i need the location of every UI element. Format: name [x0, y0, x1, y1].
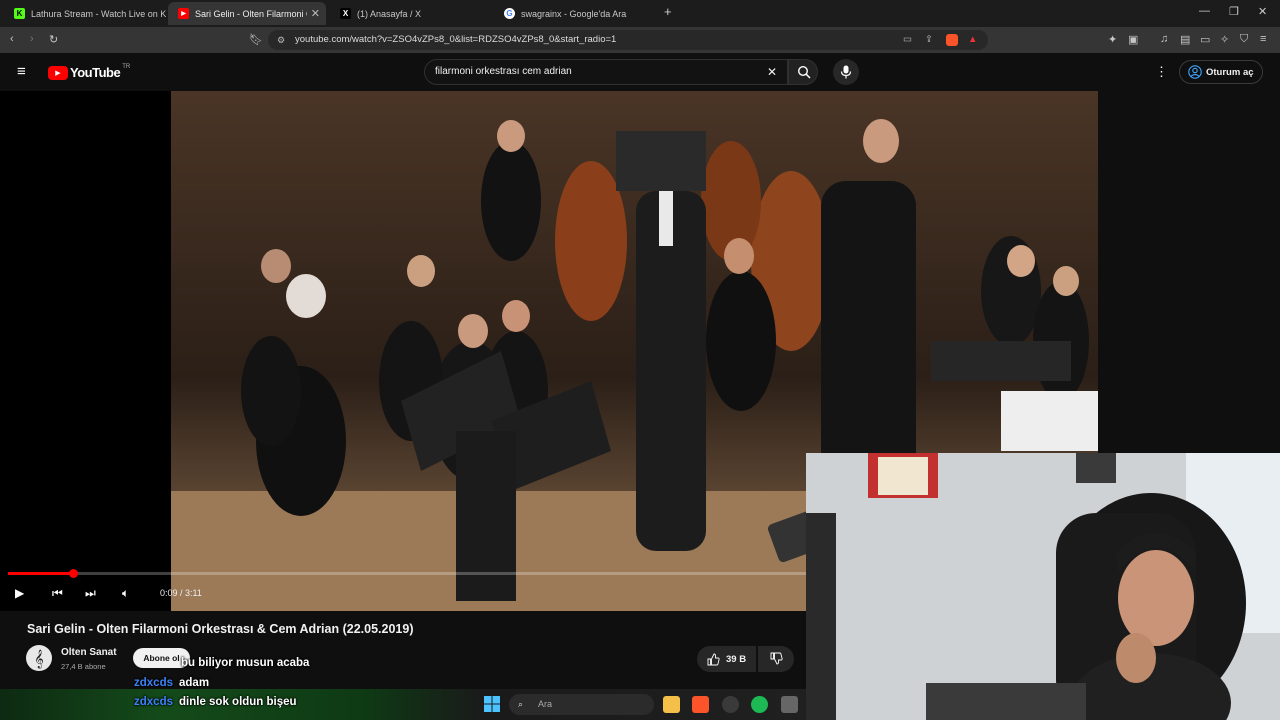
- url-text: youtube.com/watch?v=ZSO4vZPs8_0&list=RDZ…: [295, 34, 617, 45]
- taskbar-search-placeholder: Ara: [538, 699, 553, 709]
- share-icon[interactable]: ⇪: [925, 30, 933, 50]
- channel-avatar[interactable]: 𝄞: [26, 645, 52, 671]
- youtube-logo[interactable]: ▶ YouTube TR: [48, 63, 131, 80]
- more-options-icon[interactable]: ⋮: [1155, 64, 1168, 80]
- kick-favicon-icon: K: [14, 8, 25, 19]
- microphone-icon: [840, 65, 852, 79]
- brave-browser-icon[interactable]: [692, 696, 709, 713]
- chat-text: bu biliyor musun acaba: [181, 657, 310, 669]
- subscriber-count: 27,4 B abone: [61, 662, 106, 671]
- chat-text: dinle sok oldun bişeu: [179, 696, 297, 708]
- chat-username: zdxcds: [134, 677, 173, 689]
- brave-shields-icon[interactable]: [946, 34, 958, 46]
- close-window-icon[interactable]: ✕: [1258, 5, 1267, 18]
- windows-taskbar: zdxcds dinle sok oldun bişeu ⌕ Ara: [0, 689, 806, 720]
- thumbs-up-icon: [707, 653, 720, 665]
- signin-button[interactable]: Oturum aç: [1179, 60, 1263, 84]
- address-bar[interactable]: ⚙ youtube.com/watch?v=ZSO4vZPs8_0&list=R…: [268, 30, 988, 50]
- obs-icon[interactable]: [722, 696, 739, 713]
- tab-title: swagrainx - Google'da Ara: [521, 8, 627, 19]
- forward-icon[interactable]: ›: [30, 33, 34, 45]
- chat-text: adam: [179, 677, 210, 689]
- install-app-icon[interactable]: ▭: [903, 30, 912, 50]
- screenshot-icon[interactable]: ▣: [1128, 33, 1138, 46]
- search-icon: [797, 65, 811, 79]
- play-icon[interactable]: ▶: [15, 586, 24, 600]
- youtube-logo-text: YouTube: [70, 65, 121, 80]
- vpn-icon[interactable]: ⛉: [1240, 33, 1248, 46]
- chat-message: zdxcds dinle sok oldun bişeu: [134, 696, 297, 708]
- tab-youtube[interactable]: ▶ Sari Gelin - Olten Filarmoni Orkestras…: [168, 2, 326, 25]
- chat-username: zdxcds: [134, 696, 173, 708]
- webcam-image: [806, 453, 1280, 720]
- account-icon: [1188, 65, 1202, 79]
- media-icon[interactable]: ♫: [1160, 33, 1168, 45]
- taskbar-search[interactable]: ⌕ Ara: [509, 694, 654, 715]
- browser-toolbar: ‹ › ↻ 🔖︎ ⚙ youtube.com/watch?v=ZSO4vZPs8…: [0, 27, 1280, 53]
- youtube-play-logo-icon: ▶: [48, 65, 68, 80]
- dislike-button[interactable]: [758, 646, 794, 672]
- google-favicon-icon: G: [504, 8, 515, 19]
- spotify-icon[interactable]: [751, 696, 768, 713]
- voice-search-button[interactable]: [833, 59, 859, 85]
- leo-ai-icon[interactable]: ✧: [1220, 33, 1229, 46]
- region-code: TR: [122, 63, 131, 70]
- brave-rewards-icon[interactable]: ▲: [968, 30, 977, 50]
- treble-clef-logo-icon: 𝄞: [34, 649, 43, 669]
- sidebar-icon[interactable]: ▤: [1180, 33, 1190, 46]
- progress-played: [8, 572, 73, 575]
- search-icon: ⌕: [518, 699, 524, 709]
- x-favicon-icon: X: [340, 8, 351, 19]
- site-info-icon[interactable]: ⚙: [277, 30, 285, 50]
- close-tab-icon[interactable]: ✕: [311, 7, 320, 20]
- search-query: filarmoni orkestrası cem adrian: [435, 66, 572, 77]
- new-tab-button[interactable]: +: [664, 4, 672, 19]
- streamer-webcam: [806, 453, 1280, 720]
- svg-text:𝄞: 𝄞: [34, 649, 43, 669]
- reload-icon[interactable]: ↻: [49, 33, 58, 46]
- tab-x[interactable]: X (1) Anasayfa / X: [330, 2, 494, 25]
- progress-bar[interactable]: [8, 569, 808, 578]
- menu-icon[interactable]: ≡: [1260, 33, 1266, 45]
- clear-search-icon[interactable]: ✕: [767, 60, 777, 84]
- search-button[interactable]: [788, 59, 818, 85]
- hamburger-menu-icon[interactable]: ≡: [17, 63, 26, 80]
- windows-start-icon[interactable]: [484, 696, 500, 712]
- tab-title: Sari Gelin - Olten Filarmoni Orkestrası: [195, 8, 307, 19]
- back-icon[interactable]: ‹: [10, 33, 14, 45]
- restore-icon[interactable]: ❐: [1229, 5, 1239, 18]
- search-input[interactable]: filarmoni orkestrası cem adrian ✕: [424, 59, 788, 85]
- chat-message: bu biliyor musun acaba: [181, 657, 309, 669]
- wallet-icon[interactable]: ▭: [1200, 33, 1210, 46]
- previous-icon[interactable]: ⏮︎: [52, 586, 63, 601]
- like-button[interactable]: 39 B: [697, 646, 757, 672]
- next-icon[interactable]: ⏭︎: [85, 586, 96, 601]
- minimize-icon[interactable]: —: [1199, 5, 1210, 17]
- youtube-header: ≡ ▶ YouTube TR filarmoni orkestrası cem …: [0, 53, 1280, 91]
- progress-scrubber[interactable]: [68, 569, 78, 578]
- volume-icon[interactable]: 🔈︎: [122, 586, 129, 601]
- bookmark-icon[interactable]: 🔖︎: [249, 33, 263, 46]
- file-explorer-icon[interactable]: [663, 696, 680, 713]
- tab-title: (1) Anasayfa / X: [357, 8, 422, 19]
- chat-message: zdxcds adam: [134, 677, 209, 689]
- thumbs-down-icon: [770, 652, 783, 665]
- tab-google[interactable]: G swagrainx - Google'da Ara: [494, 2, 658, 25]
- video-title: Sari Gelin - Olten Filarmoni Orkestrası …: [27, 622, 414, 636]
- time-display: 0:09 / 3:11: [160, 588, 202, 598]
- youtube-favicon-icon: ▶: [178, 8, 189, 19]
- signin-label: Oturum aç: [1206, 66, 1254, 78]
- tab-title: Lathura Stream - Watch Live on Kick: [31, 8, 166, 19]
- app-icon[interactable]: [781, 696, 798, 713]
- channel-name[interactable]: Olten Sanat: [61, 647, 117, 658]
- browser-tab-strip: K Lathura Stream - Watch Live on Kick ▶ …: [0, 0, 1280, 27]
- extensions-icon[interactable]: ✦: [1108, 33, 1117, 46]
- tab-kick[interactable]: K Lathura Stream - Watch Live on Kick: [4, 2, 166, 25]
- like-count: 39 B: [726, 653, 747, 665]
